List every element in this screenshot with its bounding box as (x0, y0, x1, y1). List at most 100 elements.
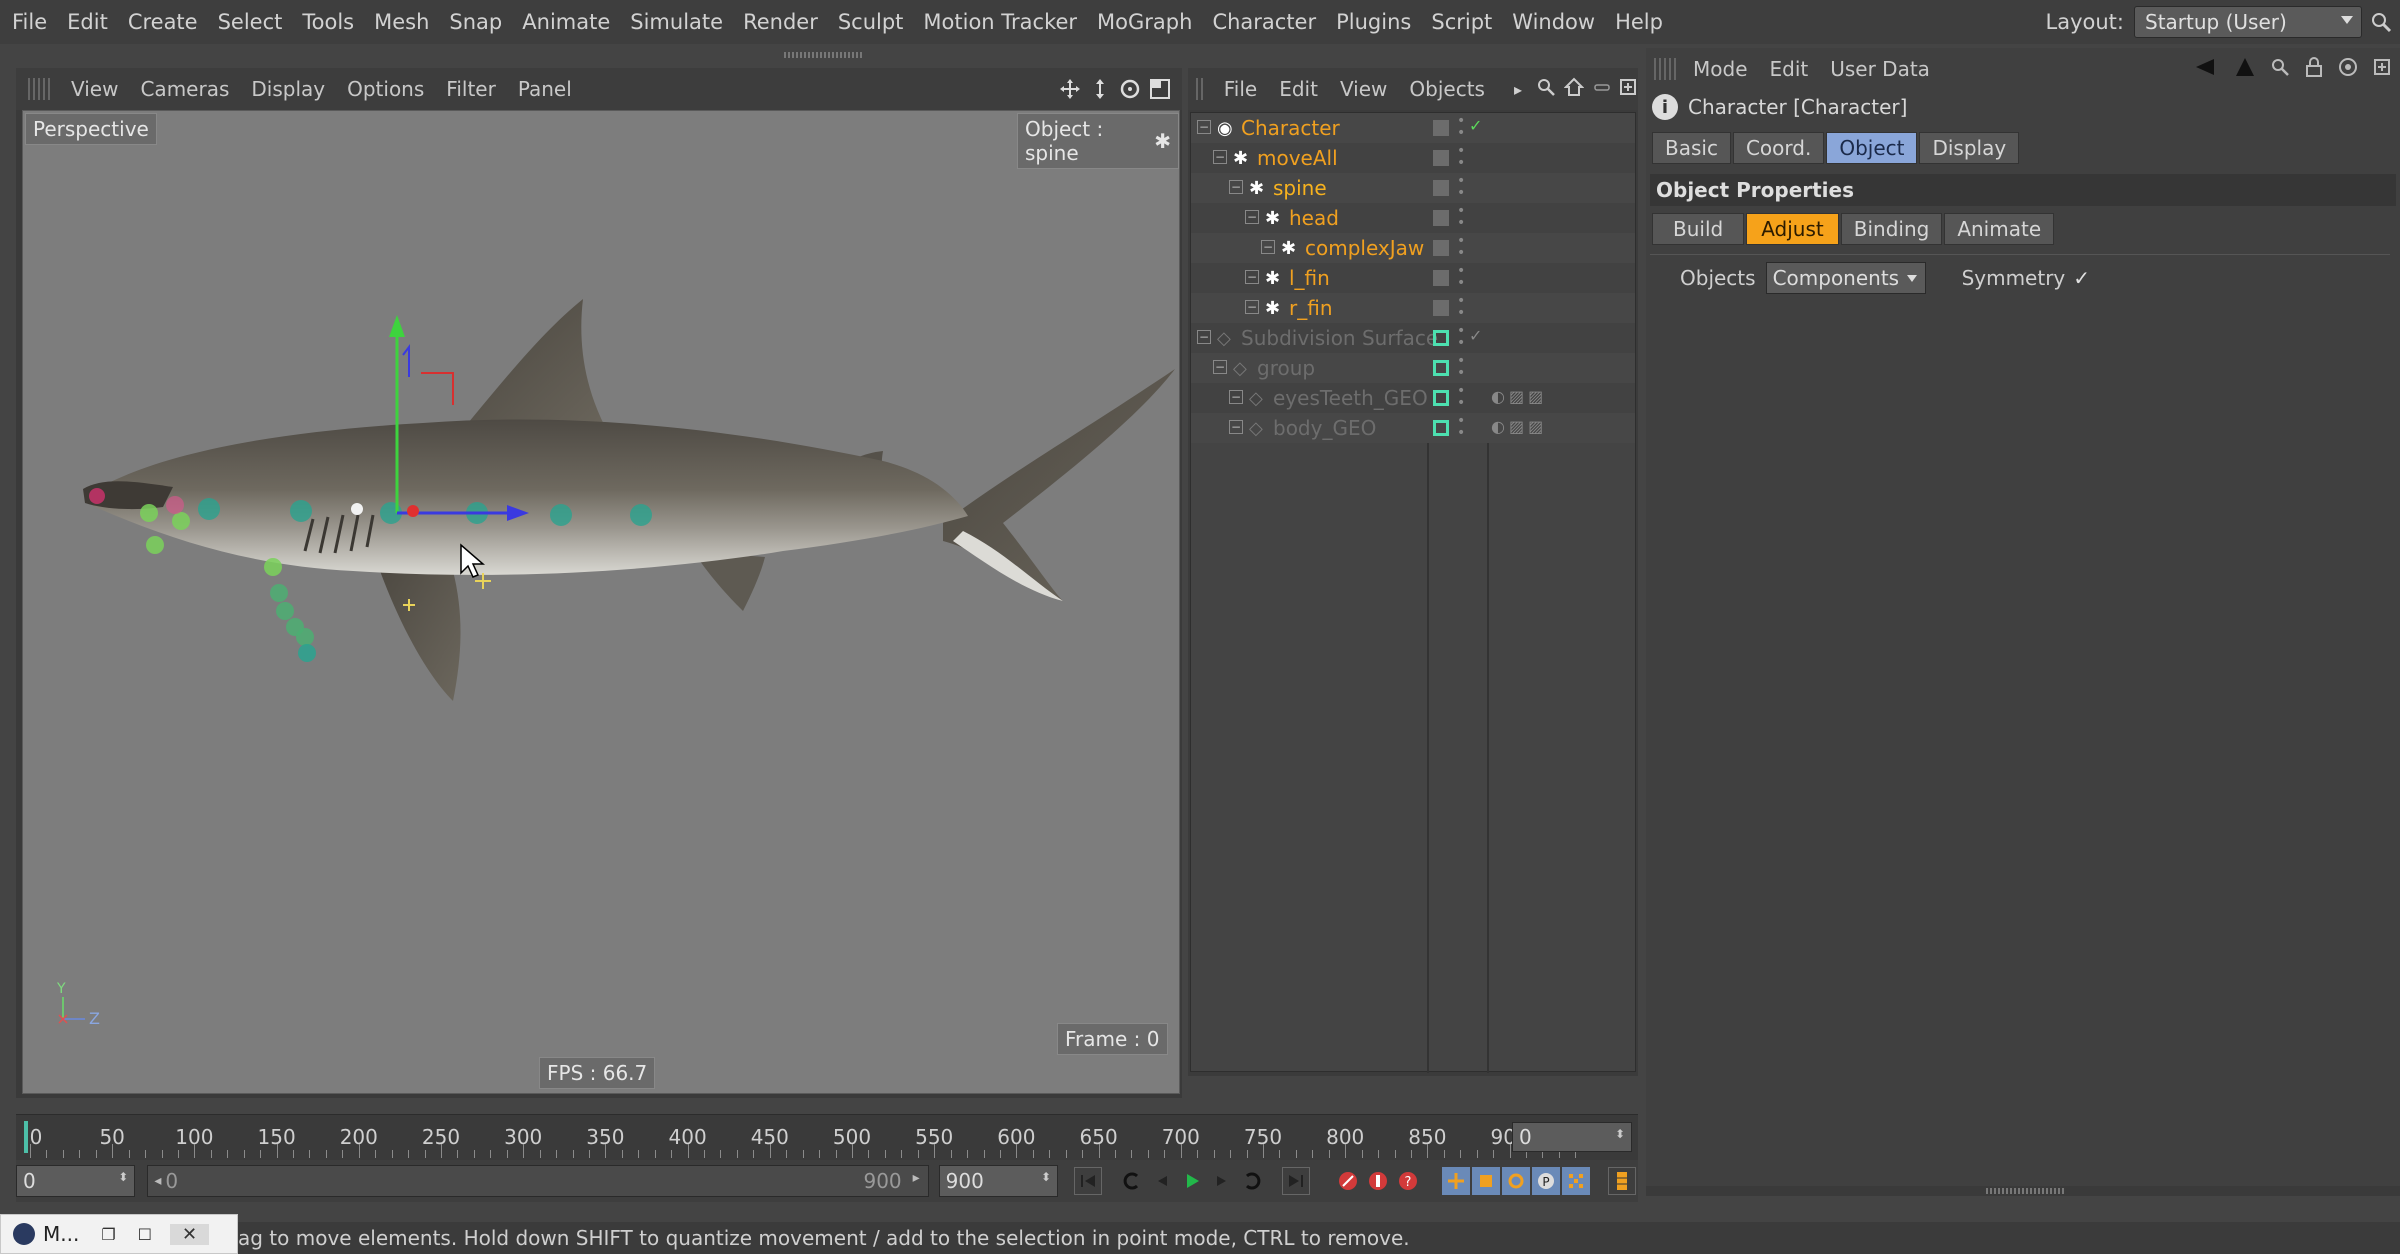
visibility-dots[interactable]: • • (1457, 384, 1465, 410)
collapse-icon[interactable]: − (1197, 330, 1211, 344)
object-row[interactable]: − ◉ Character • • ✓ (1191, 113, 1635, 143)
enabled-check[interactable]: ✓ (1469, 116, 1482, 135)
tab-object[interactable]: Object (1826, 132, 1918, 164)
range-slider[interactable]: ◂ 0 900 ▸ (147, 1165, 929, 1197)
new-panel-icon[interactable] (2372, 57, 2392, 77)
generator-toggle[interactable] (1433, 360, 1449, 376)
tag-toggle[interactable] (1433, 210, 1449, 226)
object-row[interactable]: − ◇ Subdivision Surface • • ✓ (1191, 323, 1635, 353)
rotation-key-icon[interactable] (1502, 1167, 1530, 1195)
object-row[interactable]: − ◇ body_GEO • • ◐▨▨ (1191, 413, 1635, 443)
menu-help[interactable]: Help (1605, 10, 1673, 34)
menu-edit[interactable]: Edit (57, 10, 118, 34)
lock-icon[interactable] (2304, 56, 2324, 78)
timeline-ruler[interactable]: 0 50 100 150 200 250 300 350 400 450 500 550 600 650 7… (16, 1114, 1638, 1160)
generator-toggle[interactable] (1433, 330, 1449, 346)
menu-mograph[interactable]: MoGraph (1087, 10, 1202, 34)
section-header[interactable]: Object Properties (1650, 174, 2396, 206)
maximize-icon[interactable]: ☐ (138, 1225, 152, 1244)
close-icon[interactable]: ✕ (170, 1223, 210, 1245)
visibility-dots[interactable]: • • (1457, 414, 1465, 440)
visibility-dots[interactable]: • • (1457, 114, 1465, 140)
object-row[interactable]: − ✱ r_fin • • (1191, 293, 1635, 323)
vp-menu-display[interactable]: Display (240, 77, 336, 101)
material-tags[interactable]: ◐▨▨ (1491, 387, 1547, 406)
collapse-icon[interactable]: − (1245, 300, 1259, 314)
scale-key-icon[interactable] (1472, 1167, 1500, 1195)
object-row[interactable]: − ◇ group • • (1191, 353, 1635, 383)
scheme-icon[interactable] (1608, 1167, 1636, 1195)
vp-menu-view[interactable]: View (60, 77, 129, 101)
stepper-icon[interactable]: ⬍ (1615, 1127, 1625, 1141)
visibility-dots[interactable]: • • (1457, 234, 1465, 260)
visibility-dots[interactable]: • • (1457, 324, 1465, 350)
vp-menu-cameras[interactable]: Cameras (129, 77, 240, 101)
go-to-end-icon[interactable] (1282, 1167, 1310, 1195)
tag-toggle[interactable] (1433, 300, 1449, 316)
menu-script[interactable]: Script (1421, 10, 1502, 34)
search-icon[interactable] (2362, 0, 2400, 44)
object-row[interactable]: − ✱ spine • • (1191, 173, 1635, 203)
tag-toggle[interactable] (1433, 180, 1449, 196)
loop-back-icon[interactable] (1118, 1167, 1146, 1195)
menu-simulate[interactable]: Simulate (620, 10, 733, 34)
move-view-icon[interactable] (1058, 77, 1082, 101)
tag-toggle[interactable] (1433, 150, 1449, 166)
collapse-icon[interactable]: − (1213, 150, 1227, 164)
end-frame-field[interactable]: 900 ⬍ (938, 1165, 1058, 1197)
am-menu-edit[interactable]: Edit (1759, 57, 1820, 81)
go-to-start-icon[interactable] (1074, 1167, 1102, 1195)
taskbar-item[interactable]: M... ❐ ☐ ✕ (0, 1214, 238, 1254)
visibility-dots[interactable]: • • (1457, 174, 1465, 200)
restore-icon[interactable]: ❐ (101, 1225, 115, 1244)
tab-basic[interactable]: Basic (1652, 132, 1731, 164)
visibility-dots[interactable]: • • (1457, 264, 1465, 290)
menu-snap[interactable]: Snap (439, 10, 512, 34)
am-menu-user-data[interactable]: User Data (1819, 57, 1941, 81)
maximize-view-icon[interactable] (1148, 77, 1172, 101)
playhead[interactable] (24, 1121, 28, 1153)
menu-file[interactable]: File (0, 10, 57, 34)
parameter-key-icon[interactable]: P (1532, 1167, 1560, 1195)
tab-coord[interactable]: Coord. (1732, 132, 1825, 164)
point-level-key-icon[interactable] (1562, 1167, 1590, 1195)
tag-toggle[interactable] (1433, 120, 1449, 136)
menu-window[interactable]: Window (1502, 10, 1605, 34)
visibility-dots[interactable]: • • (1457, 204, 1465, 230)
search-icon[interactable] (1536, 77, 1556, 102)
menu-tools[interactable]: Tools (292, 10, 364, 34)
layout-dropdown[interactable]: Startup (User) (2134, 6, 2362, 38)
generator-toggle[interactable] (1433, 390, 1449, 406)
enabled-check[interactable]: ✓ (1469, 326, 1482, 345)
zoom-view-icon[interactable] (1088, 77, 1112, 101)
grip-icon[interactable] (28, 78, 50, 100)
collapse-icon[interactable]: − (1229, 180, 1243, 194)
collapse-icon[interactable]: − (1229, 390, 1243, 404)
keyframe-selection-icon[interactable]: ? (1394, 1167, 1422, 1195)
objects-dropdown[interactable]: Components (1765, 262, 1926, 294)
3d-viewport[interactable]: Perspective Object : spine ✱ Y Z FPS: 6… (22, 110, 1180, 1094)
minimize-icon[interactable] (1592, 77, 1612, 102)
visibility-dots[interactable]: • • (1457, 294, 1465, 320)
play-icon[interactable] (1178, 1167, 1206, 1195)
tag-toggle[interactable] (1433, 240, 1449, 256)
vp-menu-options[interactable]: Options (336, 77, 435, 101)
menu-motion-tracker[interactable]: Motion Tracker (913, 10, 1087, 34)
om-menu-objects[interactable]: Objects (1398, 77, 1496, 101)
om-menu-view[interactable]: View (1329, 77, 1398, 101)
material-tags[interactable]: ◐▨▨ (1491, 417, 1547, 436)
grip-icon[interactable] (1654, 58, 1676, 80)
tab-display[interactable]: Display (1919, 132, 2020, 164)
menu-plugins[interactable]: Plugins (1326, 10, 1421, 34)
menu-mesh[interactable]: Mesh (364, 10, 439, 34)
object-row[interactable]: − ✱ head • • (1191, 203, 1635, 233)
start-frame-field[interactable]: 0 ⬍ (16, 1165, 136, 1197)
visibility-dots[interactable]: • • (1457, 354, 1465, 380)
record-icon[interactable] (1334, 1167, 1362, 1195)
tag-toggle[interactable] (1433, 270, 1449, 286)
position-key-icon[interactable] (1442, 1167, 1470, 1195)
rotate-view-icon[interactable] (1118, 77, 1142, 101)
menu-character[interactable]: Character (1202, 10, 1326, 34)
stepper-icon[interactable]: ⬍ (118, 1170, 128, 1184)
collapse-icon[interactable]: − (1261, 240, 1275, 254)
